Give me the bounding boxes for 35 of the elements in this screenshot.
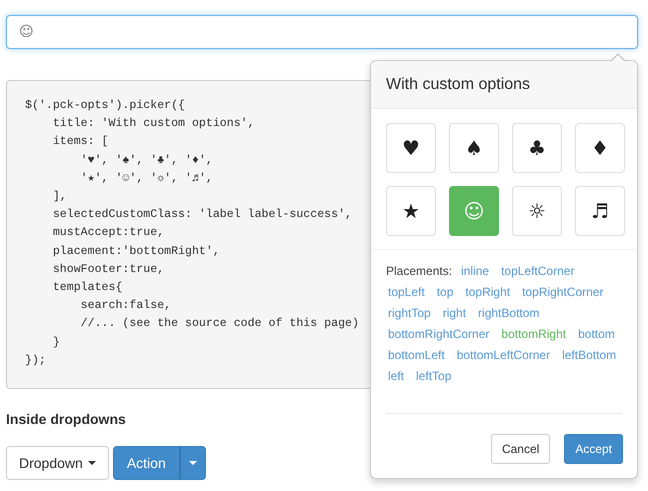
dropdown-toggle-button[interactable] [180,446,206,480]
dropdown-button[interactable]: Dropdown [6,446,109,480]
placement-link[interactable]: topLeft [386,282,427,303]
placement-link[interactable]: top [434,282,456,303]
symbol-option[interactable]: ♥ [386,123,436,173]
placement-link[interactable]: bottomRight [499,324,568,345]
placement-link[interactable]: inline [459,261,492,282]
symbol-option[interactable]: ♠ [449,123,499,173]
accept-button[interactable]: Accept [564,434,623,464]
placement-link[interactable]: left [386,366,406,387]
placement-link[interactable]: rightTop [386,303,433,324]
symbol-option[interactable]: ☼ [512,186,562,236]
input-field[interactable]: ☺ [6,15,638,49]
placement-link[interactable]: bottomRightCorner [386,324,492,345]
symbol-option[interactable]: ♦ [575,123,625,173]
section-heading: Inside dropdowns [6,411,127,429]
placement-link[interactable]: rightBottom [476,303,542,324]
placement-link[interactable]: bottom [576,324,617,345]
placement-link[interactable]: bottomLeft [386,345,447,366]
placement-link[interactable]: topRightCorner [520,282,606,303]
caret-icon [188,461,197,465]
placement-link[interactable]: bottomLeftCorner [454,345,552,366]
caret-icon [88,461,96,465]
placement-link[interactable]: leftTop [414,366,454,387]
placement-link[interactable]: leftBottom [560,345,618,366]
symbol-option[interactable]: ★ [386,186,436,236]
symbol-option[interactable]: ♬ [575,186,625,236]
symbol-option[interactable]: ☺ [449,186,499,236]
cancel-button[interactable]: Cancel [490,434,550,464]
placement-link[interactable]: topRight [463,282,512,303]
action-button[interactable]: Action [112,446,180,480]
placement-link[interactable]: topLeftCorner [499,261,576,282]
placements-label: Placements: [386,263,452,280]
placement-link[interactable]: right [440,303,468,324]
symbol-option[interactable]: ♣ [512,123,562,173]
